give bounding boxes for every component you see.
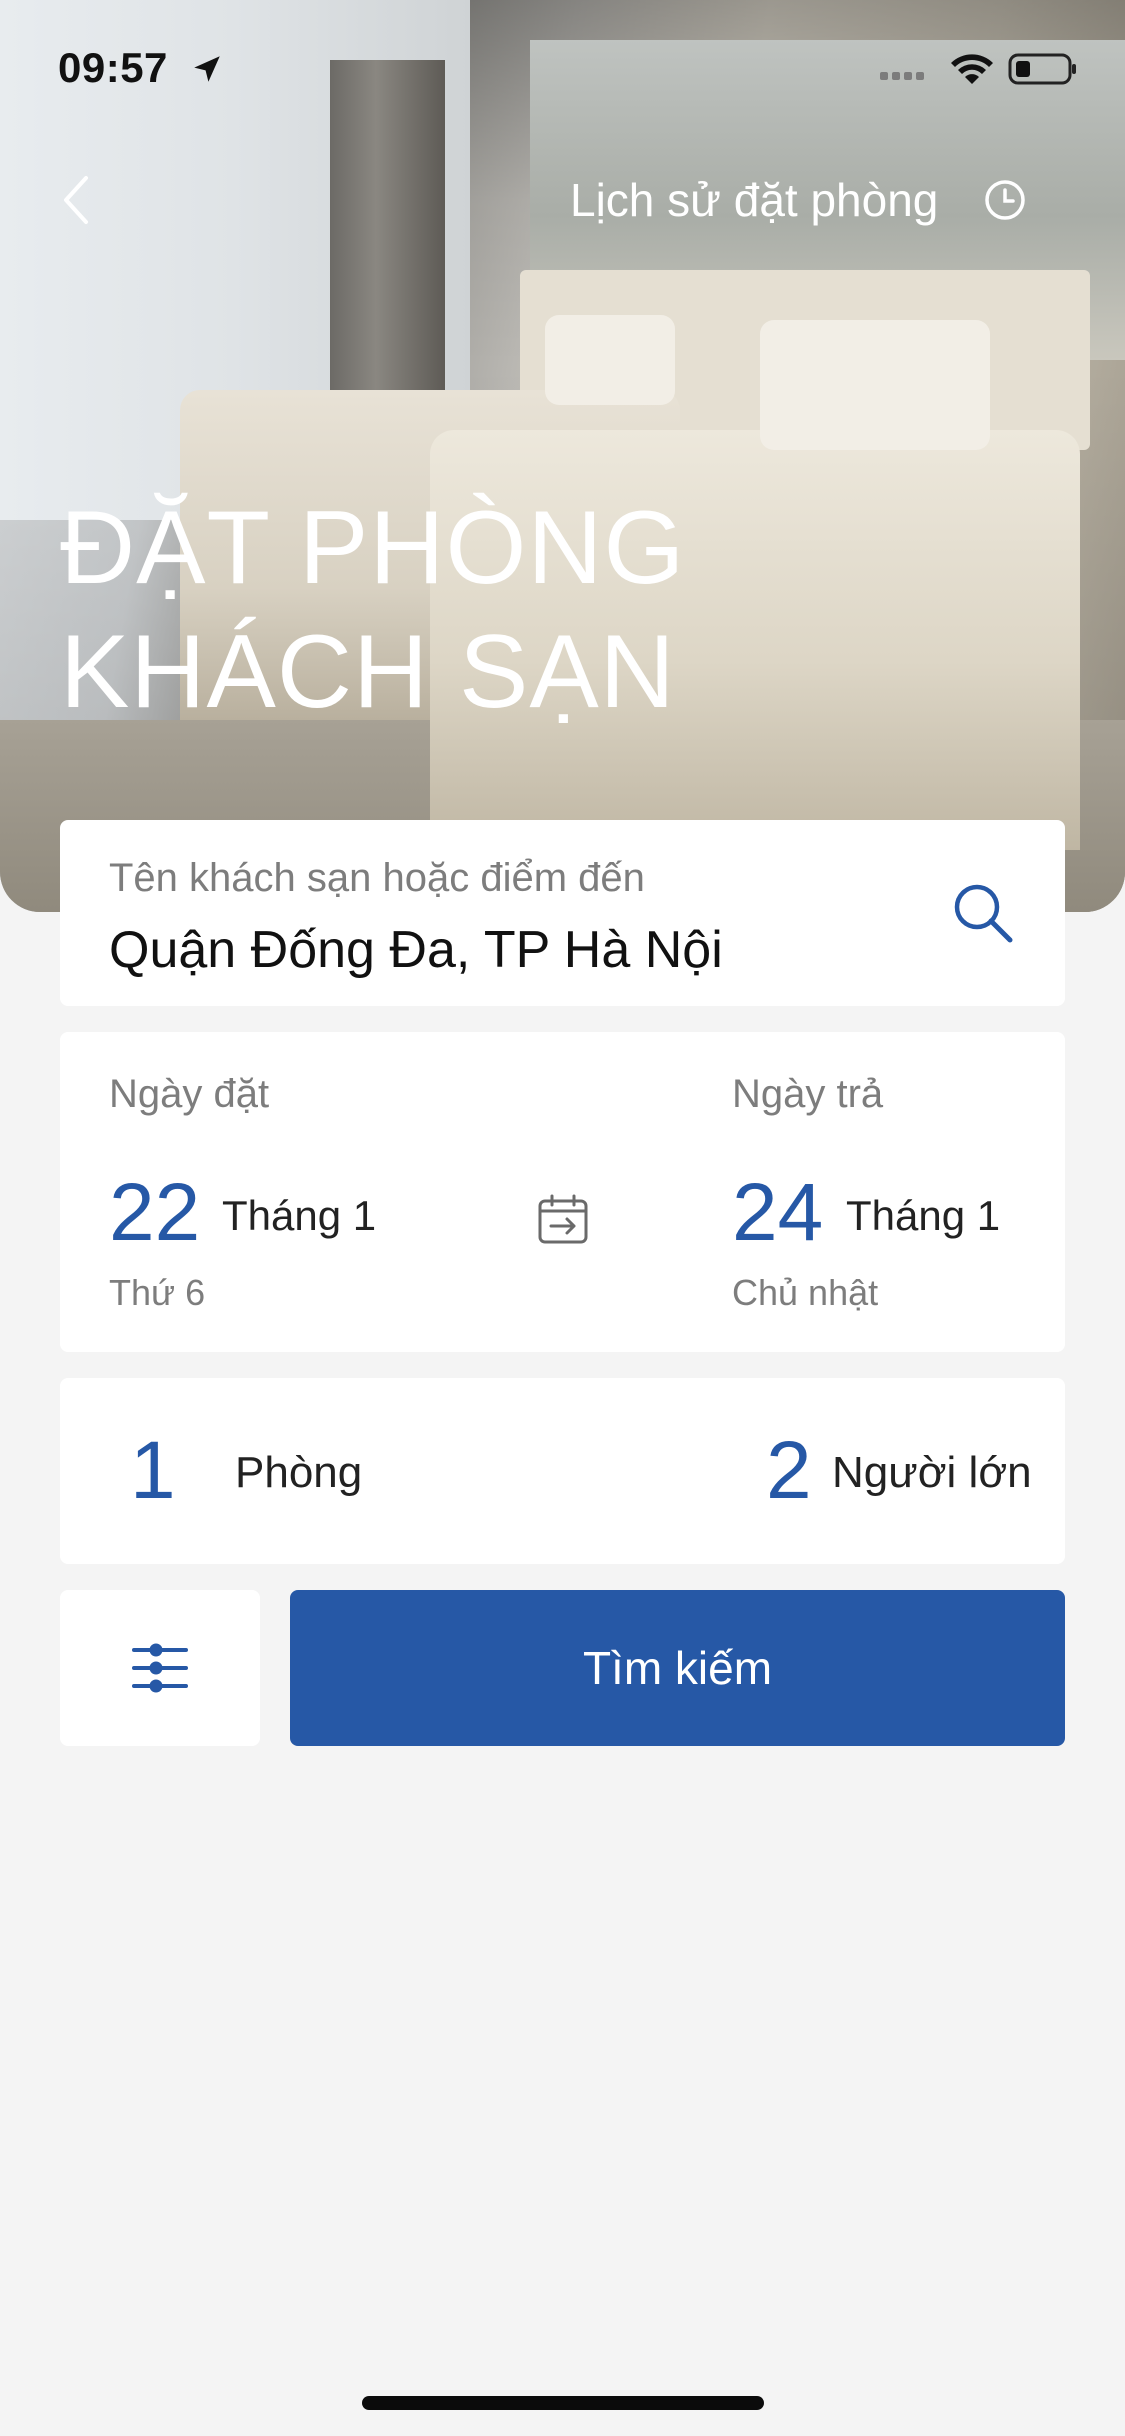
wifi-icon xyxy=(951,54,993,84)
checkin-day[interactable]: 22 xyxy=(109,1172,200,1254)
checkin-label: Ngày đặt xyxy=(109,1072,270,1116)
filter-button[interactable] xyxy=(60,1590,260,1746)
checkout-label: Ngày trả xyxy=(732,1072,884,1116)
clock-icon xyxy=(985,180,1026,220)
room-label: Phòng xyxy=(235,1448,363,1497)
checkin-month[interactable]: Tháng 1 xyxy=(222,1192,376,1240)
booking-history-label: Lịch sử đặt phòng xyxy=(570,174,939,226)
cellular-signal-icon xyxy=(880,72,924,80)
checkout-month[interactable]: Tháng 1 xyxy=(846,1192,1000,1240)
hero-photo-pillow xyxy=(760,320,990,450)
date-selector[interactable]: Ngày đặt 22 Tháng 1 Thứ 6 Ngày trả 24 Th… xyxy=(60,1032,1065,1352)
hero-photo-pillow xyxy=(545,315,675,405)
room-guest-selector[interactable]: 1 Phòng 2 Người lớn xyxy=(60,1378,1065,1564)
sliders-icon xyxy=(132,1643,188,1693)
search-button-label: Tìm kiếm xyxy=(582,1642,773,1694)
booking-history-link[interactable]: Lịch sử đặt phòng xyxy=(570,170,1028,230)
calendar-arrow-icon xyxy=(538,1194,588,1244)
page-title-line-1: ĐẶT PHÒNG xyxy=(60,490,686,606)
destination-field-label: Tên khách sạn hoặc điểm đến xyxy=(109,856,645,900)
home-indicator[interactable] xyxy=(362,2396,764,2410)
search-button[interactable]: Tìm kiếm xyxy=(290,1590,1065,1746)
destination-value[interactable]: Quận Đống Đa, TP Hà Nội xyxy=(109,920,723,980)
checkin-weekday: Thứ 6 xyxy=(109,1272,206,1313)
checkout-day[interactable]: 24 xyxy=(732,1172,823,1254)
location-arrow-icon xyxy=(194,56,220,82)
adult-count[interactable]: 2 xyxy=(766,1430,812,1512)
adult-label: Người lớn xyxy=(832,1448,1032,1497)
hero-banner: 09:57 Lịch sử đặt phòng ĐẶT PHÒNG KHÁCH … xyxy=(0,0,1125,912)
battery-icon xyxy=(1008,53,1076,85)
room-count[interactable]: 1 xyxy=(130,1430,176,1512)
page-title: ĐẶT PHÒNG KHÁCH SẠN xyxy=(60,486,685,734)
checkout-weekday: Chủ nhật xyxy=(732,1272,879,1313)
status-time: 09:57 xyxy=(58,44,168,91)
search-icon[interactable] xyxy=(950,880,1016,946)
back-button[interactable] xyxy=(56,170,96,230)
page-title-line-2: KHÁCH SẠN xyxy=(60,614,676,730)
destination-search-field[interactable]: Tên khách sạn hoặc điểm đến Quận Đống Đa… xyxy=(60,820,1065,1006)
